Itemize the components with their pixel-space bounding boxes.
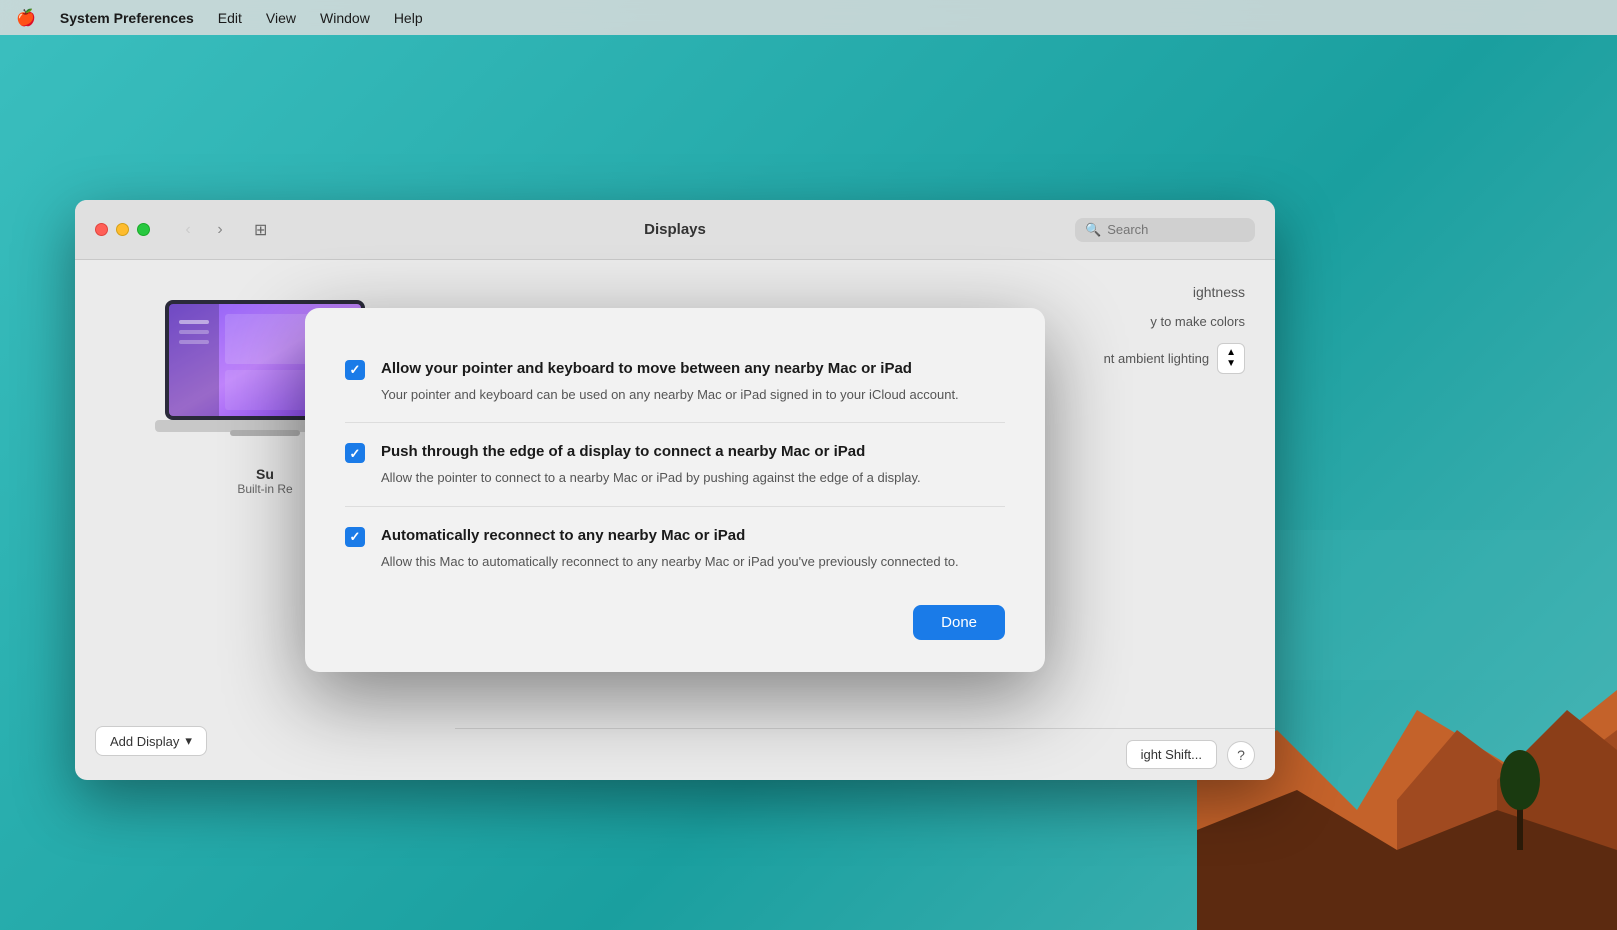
- done-button[interactable]: Done: [913, 605, 1005, 640]
- help-menu[interactable]: Help: [394, 10, 423, 26]
- checkmark-3-icon: ✓: [350, 530, 361, 543]
- modal-item-2-title: Push through the edge of a display to co…: [381, 441, 1005, 462]
- view-menu[interactable]: View: [266, 10, 296, 26]
- modal-item-3-desc: Allow this Mac to automatically reconnec…: [381, 552, 1005, 572]
- window-menu[interactable]: Window: [320, 10, 370, 26]
- checkmark-2-icon: ✓: [350, 447, 361, 460]
- modal-footer: Done: [345, 605, 1005, 640]
- checkmark-1-icon: ✓: [350, 363, 361, 376]
- modal-item-3: ✓ Automatically reconnect to any nearby …: [345, 511, 1005, 586]
- divider-2: [345, 506, 1005, 507]
- modal-item-2: ✓ Push through the edge of a display to …: [345, 427, 1005, 502]
- checkbox-2-wrapper: ✓: [345, 443, 365, 488]
- modal-dialog: ✓ Allow your pointer and keyboard to mov…: [305, 308, 1045, 673]
- divider-1: [345, 422, 1005, 423]
- modal-item-1-title: Allow your pointer and keyboard to move …: [381, 358, 1005, 379]
- modal-item-1: ✓ Allow your pointer and keyboard to mov…: [345, 344, 1005, 419]
- apple-icon[interactable]: 🍎: [16, 8, 36, 28]
- checkbox-3-wrapper: ✓: [345, 527, 365, 572]
- app-name: System Preferences: [60, 10, 194, 26]
- checkbox-2[interactable]: ✓: [345, 443, 365, 463]
- modal-item-3-content: Automatically reconnect to any nearby Ma…: [381, 525, 1005, 572]
- edit-menu[interactable]: Edit: [218, 10, 242, 26]
- modal-overlay: ✓ Allow your pointer and keyboard to mov…: [75, 200, 1275, 780]
- menubar: 🍎 System Preferences Edit View Window He…: [0, 0, 1617, 35]
- checkbox-1-wrapper: ✓: [345, 360, 365, 405]
- modal-item-1-desc: Your pointer and keyboard can be used on…: [381, 385, 1005, 405]
- checkbox-1[interactable]: ✓: [345, 360, 365, 380]
- preferences-window: ‹ › ⊞ Displays 🔍: [75, 200, 1275, 780]
- modal-item-2-content: Push through the edge of a display to co…: [381, 441, 1005, 488]
- modal-item-2-desc: Allow the pointer to connect to a nearby…: [381, 468, 1005, 488]
- checkbox-3[interactable]: ✓: [345, 527, 365, 547]
- modal-item-3-title: Automatically reconnect to any nearby Ma…: [381, 525, 1005, 546]
- modal-item-1-content: Allow your pointer and keyboard to move …: [381, 358, 1005, 405]
